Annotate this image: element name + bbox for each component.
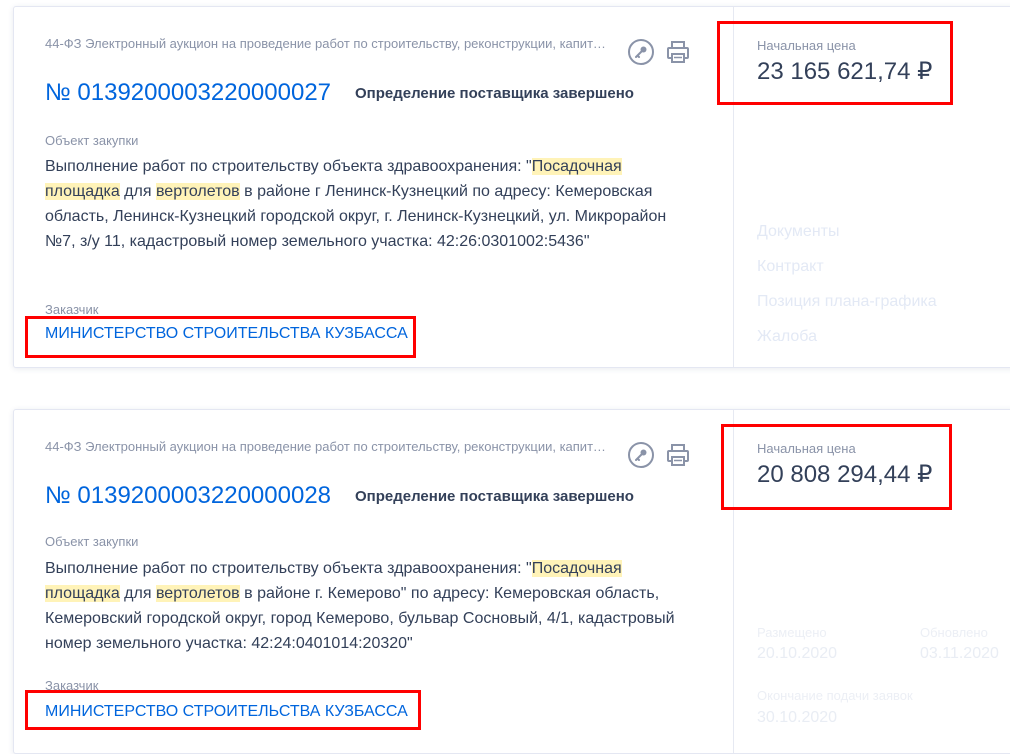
complaint-link[interactable]: Жалоба	[757, 328, 817, 346]
start-price: 23 165 621,74 ₽	[757, 58, 933, 85]
object-description: Выполнение работ по строительству объект…	[45, 560, 675, 652]
card-divider	[733, 410, 734, 753]
posted-date-label: Размещено	[757, 625, 827, 640]
price-label: Начальная цена	[757, 38, 856, 53]
contract-link[interactable]: Контракт	[757, 258, 824, 276]
start-price: 20 808 294,44 ₽	[757, 461, 933, 488]
search-highlight: вертолетов	[155, 585, 240, 602]
plan-schedule-link[interactable]: Позиция плана-графика	[757, 293, 937, 311]
price-label: Начальная цена	[757, 441, 856, 456]
status-text: Определение поставщика завершено	[355, 488, 634, 505]
documents-link[interactable]: Документы	[757, 223, 839, 241]
updated-date-label: Обновлено	[920, 625, 988, 640]
card-divider	[733, 7, 734, 367]
purchase-card: 44-ФЗ Электронный аукцион на проведение …	[13, 6, 1010, 368]
purchase-number-link[interactable]: № 0139200003220000027	[45, 79, 331, 107]
key-icon[interactable]	[627, 38, 655, 66]
object-description: Выполнение работ по строительству объект…	[45, 158, 667, 250]
search-highlight: вертолетов	[155, 183, 240, 200]
status-text: Определение поставщика завершено	[355, 85, 634, 102]
law-procedure-text: 44-ФЗ Электронный аукцион на проведение …	[45, 36, 610, 51]
law-procedure-text: 44-ФЗ Электронный аукцион на проведение …	[45, 439, 610, 454]
updated-date: 03.11.2020	[920, 645, 999, 662]
object-label: Объект закупки	[45, 133, 139, 148]
object-label: Объект закупки	[45, 534, 139, 549]
customer-link[interactable]: МИНИСТЕРСТВО СТРОИТЕЛЬСТВА КУЗБАССА	[45, 325, 408, 343]
key-icon[interactable]	[627, 441, 655, 469]
posted-date: 20.10.2020	[757, 645, 838, 662]
purchase-number-link[interactable]: № 0139200003220000028	[45, 482, 331, 510]
print-icon[interactable]	[664, 441, 692, 469]
customer-label: Заказчик	[45, 302, 99, 317]
purchase-card: 44-ФЗ Электронный аукцион на проведение …	[13, 409, 1010, 754]
customer-label: Заказчик	[45, 678, 99, 693]
print-icon[interactable]	[664, 38, 692, 66]
deadline-date: 30.10.2020	[757, 709, 838, 726]
customer-link[interactable]: МИНИСТЕРСТВО СТРОИТЕЛЬСТВА КУЗБАССА	[45, 703, 408, 721]
deadline-label: Окончание подачи заявок	[757, 688, 913, 703]
